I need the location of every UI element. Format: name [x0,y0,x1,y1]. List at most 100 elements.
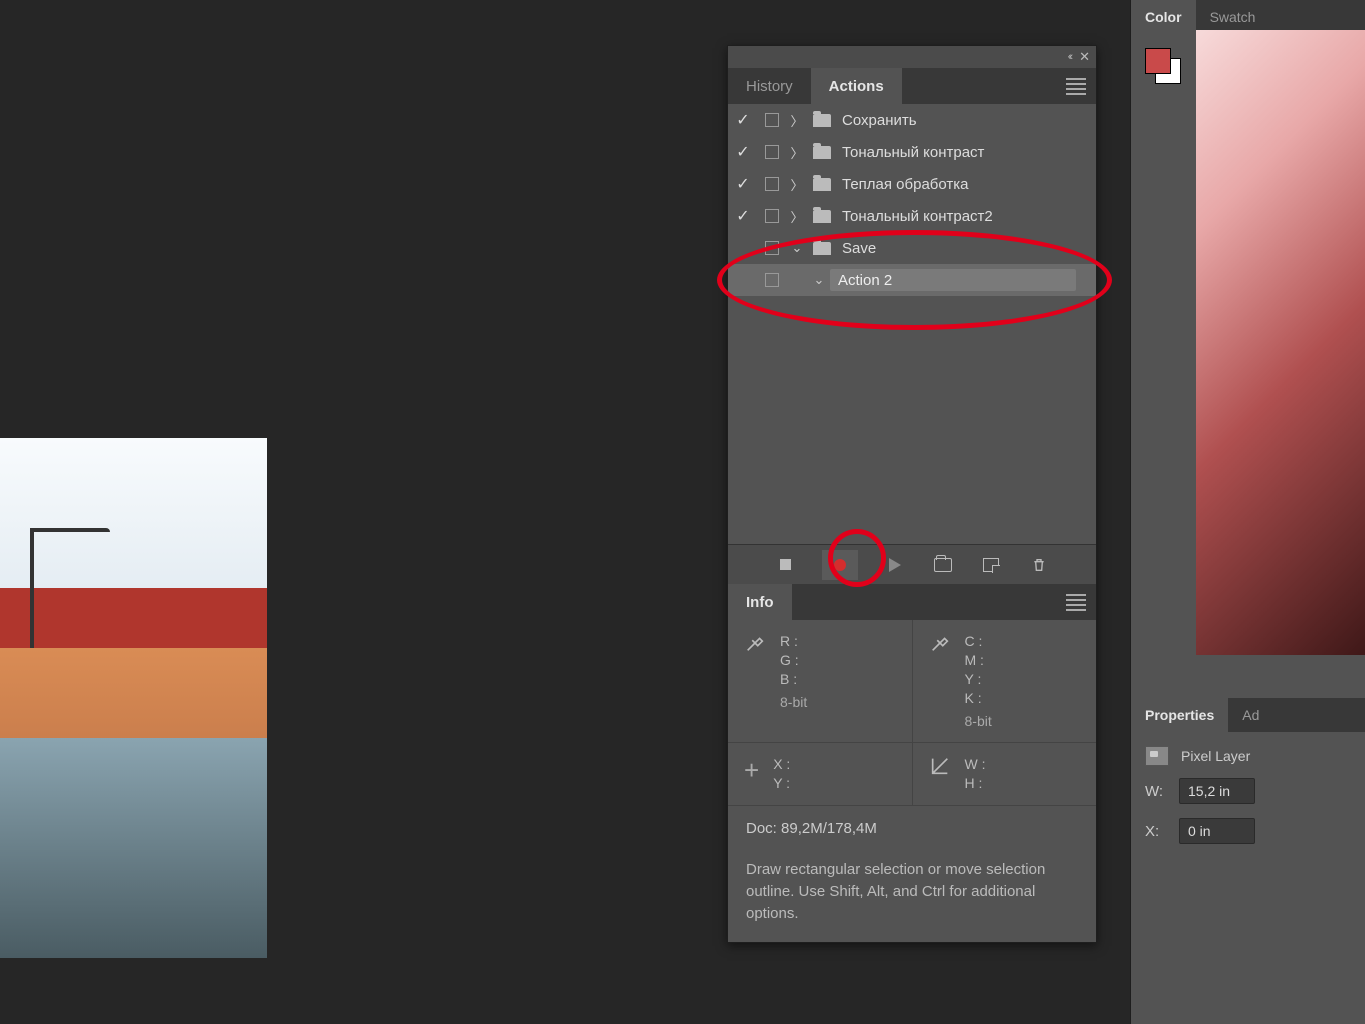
action-set-row[interactable]: ⌄ Save [728,232,1096,264]
eyedropper-icon [744,632,766,730]
toggle-check[interactable]: ✓ [728,174,758,194]
folder-icon [808,242,836,255]
dialog-toggle[interactable] [758,209,786,223]
chevron-right-icon[interactable]: 〉 [786,143,808,162]
dialog-toggle[interactable] [758,273,786,287]
color-spectrum[interactable] [1196,30,1365,655]
action-item-row[interactable]: ⌄ Action 2 [728,264,1096,296]
info-y-coord: Y : [773,774,790,793]
actions-footer [728,544,1096,584]
close-icon[interactable]: ✕ [1079,49,1090,65]
action-name-field[interactable]: Action 2 [830,269,1076,291]
action-label: Тональный контраст2 [836,208,1096,225]
chevron-right-icon[interactable]: 〉 [786,175,808,194]
stop-button[interactable] [774,554,796,576]
dialog-toggle[interactable] [758,145,786,159]
tab-actions[interactable]: Actions [811,68,902,104]
info-xy-cell: + X : Y : [728,743,913,806]
tab-history[interactable]: History [728,68,811,104]
info-b: B : [780,670,807,689]
actions-tab-row: History Actions [728,68,1096,104]
action-label: Тональный контраст [836,144,1096,161]
action-label: Save [836,240,1096,257]
info-tab-row: Info [728,584,1096,620]
floating-panel-group: ‹‹ ✕ History Actions ✓ 〉 Сохранить ✓ 〉 Т… [727,45,1097,943]
action-set-row[interactable]: ✓ 〉 Тональный контраст [728,136,1096,168]
info-bitdepth: 8-bit [780,693,807,712]
panel-menu-icon[interactable] [1066,75,1086,98]
folder-icon [808,178,836,191]
info-m: M : [965,651,992,670]
action-set-row[interactable]: ✓ 〉 Теплая обработка [728,168,1096,200]
document-canvas[interactable] [0,438,267,958]
bounds-icon [929,755,951,793]
crosshair-icon: + [744,755,759,793]
tab-swatches[interactable]: Swatch [1196,0,1270,34]
info-r: R : [780,632,807,651]
layer-kind-row: Pixel Layer [1145,746,1351,766]
action-label: Сохранить [836,112,1096,129]
x-label: X: [1145,823,1169,840]
tab-color[interactable]: Color [1131,0,1196,34]
info-tool-hint: Draw rectangular selection or move selec… [728,851,1096,942]
action-label: Теплая обработка [836,176,1096,193]
collapse-icon[interactable]: ‹‹ [1068,51,1071,63]
chevron-down-icon[interactable]: ⌄ [808,272,830,288]
delete-button[interactable] [1028,554,1050,576]
info-w: W : [965,755,986,774]
x-row: X: [1145,818,1351,844]
tab-adjustments[interactable]: Ad [1228,698,1273,732]
panel-titlebar[interactable]: ‹‹ ✕ [728,46,1096,68]
info-c: C : [965,632,992,651]
info-h: H : [965,774,986,793]
action-set-row[interactable]: ✓ 〉 Тональный контраст2 [728,200,1096,232]
play-button[interactable] [884,554,906,576]
width-field[interactable] [1179,778,1255,804]
stop-icon [780,559,791,570]
info-panel-body: R : G : B : 8-bit C : M : Y : K : 8-bit [728,620,1096,942]
record-button[interactable] [822,550,858,580]
width-row: W: [1145,778,1351,804]
info-rgb-cell: R : G : B : 8-bit [728,620,913,743]
foreground-color-swatch[interactable] [1145,48,1171,74]
fg-bg-swatch[interactable] [1145,48,1181,84]
new-action-icon [983,558,999,572]
action-set-row[interactable]: ✓ 〉 Сохранить [728,104,1096,136]
properties-tabs: Properties Ad [1131,698,1365,732]
toggle-check[interactable]: ✓ [728,110,758,130]
image-region-sky [0,438,267,588]
chevron-down-icon[interactable]: ⌄ [786,240,808,256]
trash-icon [1031,556,1047,574]
play-icon [889,558,901,572]
actions-list: ✓ 〉 Сохранить ✓ 〉 Тональный контраст ✓ 〉… [728,104,1096,544]
properties-panel: Properties Ad Pixel Layer W: X: [1131,698,1365,872]
right-dock: Color Swatch Properties Ad Pixel Layer W… [1130,0,1365,1024]
folder-icon [808,146,836,159]
dialog-toggle[interactable] [758,113,786,127]
chevron-right-icon[interactable]: 〉 [786,207,808,226]
new-set-button[interactable] [932,554,954,576]
folder-icon [808,210,836,223]
toggle-check[interactable]: ✓ [728,206,758,226]
info-x: X : [773,755,790,774]
info-g: G : [780,651,807,670]
tab-properties[interactable]: Properties [1131,698,1228,732]
layer-kind-label: Pixel Layer [1181,748,1250,764]
info-k: K : [965,689,992,708]
toggle-check[interactable]: ✓ [728,142,758,162]
folder-icon [808,114,836,127]
dialog-toggle[interactable] [758,241,786,255]
panel-menu-icon[interactable] [1066,591,1086,614]
info-wh-cell: W : H : [913,743,1097,806]
dialog-toggle[interactable] [758,177,786,191]
info-bitdepth: 8-bit [965,712,992,731]
new-action-button[interactable] [980,554,1002,576]
color-tabs: Color Swatch [1131,0,1365,34]
folder-plus-icon [934,558,952,572]
chevron-right-icon[interactable]: 〉 [786,111,808,130]
image-lamp-post [30,528,34,648]
record-icon [834,559,846,571]
tab-info[interactable]: Info [728,584,792,620]
info-y: Y : [965,670,992,689]
x-field[interactable] [1179,818,1255,844]
